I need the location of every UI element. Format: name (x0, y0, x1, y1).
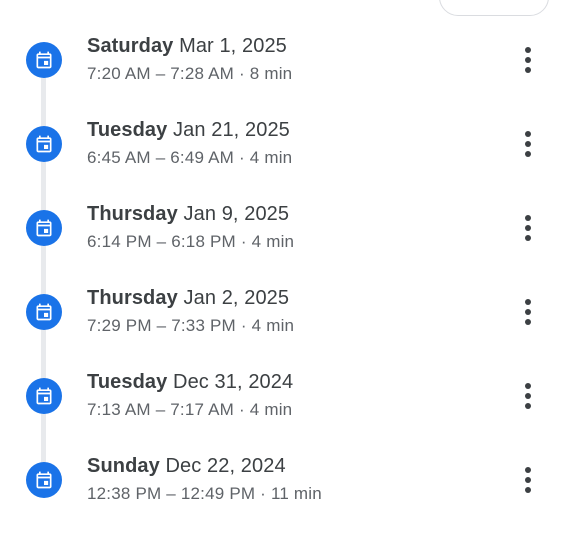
more-options-button[interactable] (512, 212, 544, 244)
top-filter-button[interactable] (439, 0, 549, 16)
entry-weekday: Tuesday (87, 371, 168, 393)
entry-time-range: 6:14 PM – 6:18 PM · 4 min (87, 232, 295, 251)
entry-time-range: 7:13 AM – 7:17 AM · 4 min (87, 400, 293, 419)
entry-weekday: Sunday (87, 455, 160, 477)
event-icon (26, 42, 62, 78)
entry-date-text: Dec 22, 2024 (165, 455, 286, 477)
entry-date: Tuesday Jan 21, 2025 (87, 119, 290, 142)
more-options-button[interactable] (512, 296, 544, 328)
entry-time-range: 7:29 PM – 7:33 PM · 4 min (87, 316, 295, 335)
entry-date: Thursday Jan 2, 2025 (87, 287, 289, 310)
event-icon (26, 126, 62, 162)
entry-date-text: Jan 9, 2025 (183, 203, 290, 225)
entry-date-text: Mar 1, 2025 (179, 35, 287, 57)
more-options-button[interactable] (512, 128, 544, 160)
entry-date: Sunday Dec 22, 2024 (87, 455, 286, 478)
entry-date-text: Dec 31, 2024 (173, 371, 294, 393)
entry-time-range: 7:20 AM – 7:28 AM · 8 min (87, 64, 293, 83)
entry-date-text: Jan 2, 2025 (183, 287, 290, 309)
more-options-button[interactable] (512, 464, 544, 496)
timeline-entry[interactable]: Thursday Jan 9, 2025 6:14 PM – 6:18 PM ·… (0, 186, 576, 270)
more-options-button[interactable] (512, 44, 544, 76)
event-icon (26, 210, 62, 246)
timeline-entry[interactable]: Thursday Jan 2, 2025 7:29 PM – 7:33 PM ·… (0, 270, 576, 354)
more-options-button[interactable] (512, 380, 544, 412)
timeline-entry[interactable]: Sunday Dec 22, 2024 12:38 PM – 12:49 PM … (0, 438, 576, 522)
event-icon (26, 462, 62, 498)
entry-weekday: Thursday (87, 287, 178, 309)
entry-date-text: Jan 21, 2025 (173, 119, 290, 141)
entry-date: Tuesday Dec 31, 2024 (87, 371, 293, 394)
timeline-entry[interactable]: Tuesday Dec 31, 2024 7:13 AM – 7:17 AM ·… (0, 354, 576, 438)
entry-date: Thursday Jan 9, 2025 (87, 203, 289, 226)
timeline-entry[interactable]: Saturday Mar 1, 2025 7:20 AM – 7:28 AM ·… (0, 18, 576, 102)
entry-date: Saturday Mar 1, 2025 (87, 35, 287, 58)
entry-weekday: Tuesday (87, 119, 168, 141)
event-icon (26, 294, 62, 330)
entry-time-range: 6:45 AM – 6:49 AM · 4 min (87, 148, 293, 167)
entry-weekday: Saturday (87, 35, 174, 57)
event-icon (26, 378, 62, 414)
timeline-entry[interactable]: Tuesday Jan 21, 2025 6:45 AM – 6:49 AM ·… (0, 102, 576, 186)
entry-weekday: Thursday (87, 203, 178, 225)
entry-time-range: 12:38 PM – 12:49 PM · 11 min (87, 484, 322, 503)
